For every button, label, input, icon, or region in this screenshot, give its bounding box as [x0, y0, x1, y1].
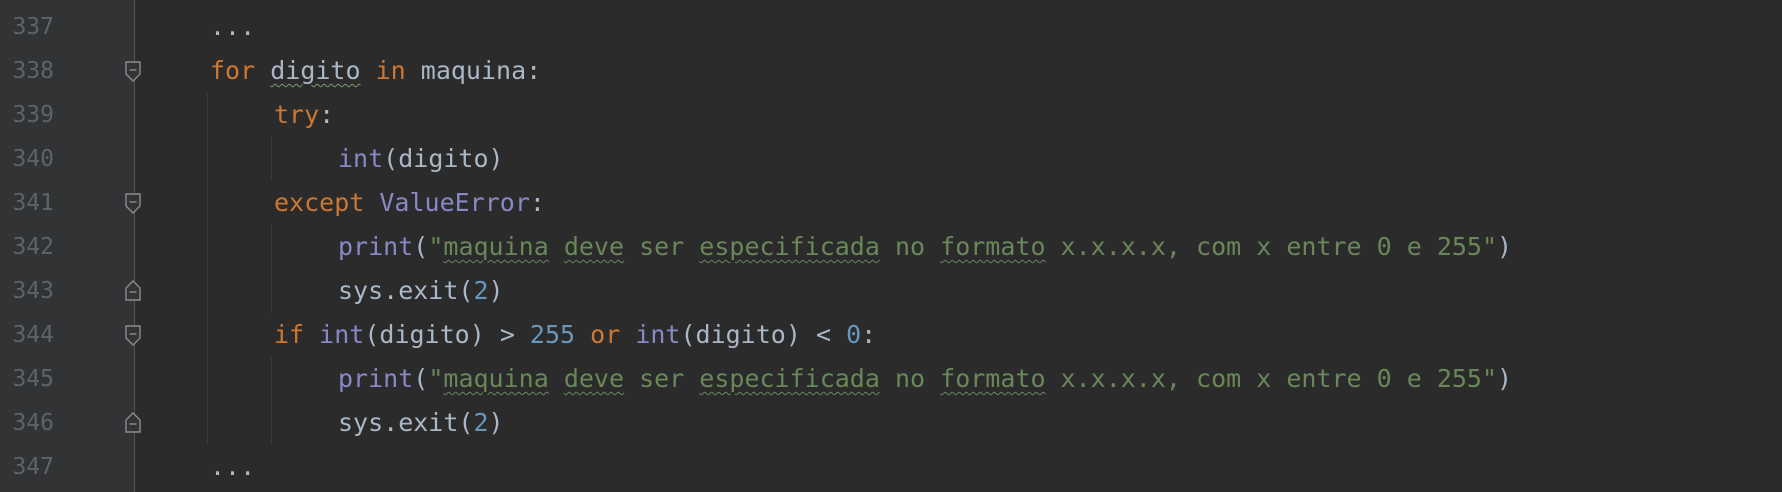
code-line-342[interactable]: print("maquina deve ser especificada no … [338, 225, 1512, 269]
code-line-347[interactable]: ... [210, 445, 255, 489]
string-segment: no [879, 364, 941, 393]
number-literal: 2 [473, 276, 489, 305]
line-number: 340 [12, 146, 54, 172]
string-segment: ser [624, 364, 700, 393]
code-line-338[interactable]: for digito in maquina: [210, 49, 541, 93]
number-literal: 255 [529, 320, 576, 349]
identifier-digito: digito [270, 56, 361, 85]
operator-gt: > [484, 320, 530, 349]
number-literal: 2 [473, 408, 489, 437]
call-sys-exit: sys.exit [338, 276, 459, 305]
code-line-339[interactable]: try: [274, 93, 334, 137]
paren-open: ( [458, 408, 474, 437]
indent-guide [271, 357, 272, 445]
string-word-especificada: especificada [699, 364, 880, 393]
identifier-digito: digito [398, 144, 489, 173]
keyword-or: or [590, 320, 621, 349]
identifier-digito: digito [695, 320, 786, 349]
line-number: 341 [12, 190, 54, 216]
code-line-337[interactable]: ... [210, 5, 255, 49]
paren-close: ) [488, 276, 504, 305]
string-word-maquina: maquina [443, 232, 549, 261]
paren-close: ) [488, 408, 504, 437]
builtin-int: int [319, 320, 365, 349]
paren-open: ( [413, 232, 429, 261]
fold-open-icon[interactable] [124, 193, 142, 215]
colon-token: : [529, 188, 545, 217]
line-number: 339 [12, 102, 54, 128]
code-line-345[interactable]: print("maquina deve ser especificada no … [338, 357, 1512, 401]
string-quote: " [428, 364, 444, 393]
colon-token: : [526, 56, 542, 85]
code-editor[interactable]: 337 338 339 340 341 342 343 344 345 346 … [0, 0, 1782, 492]
ellipsis-token: ... [210, 12, 256, 41]
builtin-int: int [338, 144, 384, 173]
string-word-maquina: maquina [443, 364, 549, 393]
builtin-print: print [338, 364, 414, 393]
indent-guide [271, 225, 272, 313]
line-number: 345 [12, 366, 54, 392]
paren-open: ( [680, 320, 696, 349]
paren-open: ( [364, 320, 380, 349]
paren-close: ) [785, 320, 801, 349]
fold-open-icon[interactable] [124, 61, 142, 83]
keyword-for: for [210, 56, 256, 85]
string-word-especificada: especificada [699, 232, 880, 261]
line-number: 337 [12, 14, 54, 40]
code-line-341[interactable]: except ValueError: [274, 181, 545, 225]
number-literal: 0 [846, 320, 862, 349]
code-line-340[interactable]: int(digito) [338, 137, 504, 181]
identifier-digito: digito [379, 320, 470, 349]
keyword-try: try [274, 100, 320, 129]
paren-open: ( [458, 276, 474, 305]
paren-open: ( [383, 144, 399, 173]
indent-guide [271, 137, 272, 181]
indent-guide [207, 93, 208, 445]
fold-close-icon[interactable] [124, 279, 142, 301]
operator-lt: < [800, 320, 847, 349]
fold-open-icon[interactable] [124, 325, 142, 347]
call-sys-exit: sys.exit [338, 408, 459, 437]
paren-open: ( [413, 364, 429, 393]
line-number: 344 [12, 322, 54, 348]
fold-close-icon[interactable] [124, 411, 142, 433]
builtin-int: int [635, 320, 681, 349]
string-segment: ser [624, 232, 700, 261]
paren-close: ) [488, 144, 504, 173]
string-quote: " [428, 232, 444, 261]
line-number: 338 [12, 58, 54, 84]
line-number: 346 [12, 410, 54, 436]
string-segment: no [879, 232, 941, 261]
paren-close: ) [1497, 232, 1513, 261]
keyword-in: in [375, 56, 406, 85]
code-line-343[interactable]: sys.exit(2) [338, 269, 504, 313]
string-word-deve: deve [563, 364, 625, 393]
string-word-deve: deve [563, 232, 625, 261]
builtin-valueerror: ValueError [379, 188, 530, 217]
string-word-formato: formato [940, 232, 1046, 261]
string-segment: x.x.x.x, com x entre 0 e 255" [1045, 364, 1498, 393]
keyword-except: except [274, 188, 365, 217]
code-line-344[interactable]: if int(digito) > 255 or int(digito) < 0: [274, 313, 876, 357]
builtin-print: print [338, 232, 414, 261]
paren-close: ) [469, 320, 485, 349]
keyword-if: if [274, 320, 305, 349]
line-number: 342 [12, 234, 54, 260]
string-word-formato: formato [940, 364, 1046, 393]
line-number: 343 [12, 278, 54, 304]
colon-token: : [861, 320, 877, 349]
paren-close: ) [1497, 364, 1513, 393]
code-line-346[interactable]: sys.exit(2) [338, 401, 504, 445]
colon-token: : [319, 100, 335, 129]
identifier-maquina: maquina [420, 56, 527, 85]
line-number: 347 [12, 454, 54, 480]
string-segment: x.x.x.x, com x entre 0 e 255" [1045, 232, 1498, 261]
ellipsis-token: ... [210, 452, 256, 481]
